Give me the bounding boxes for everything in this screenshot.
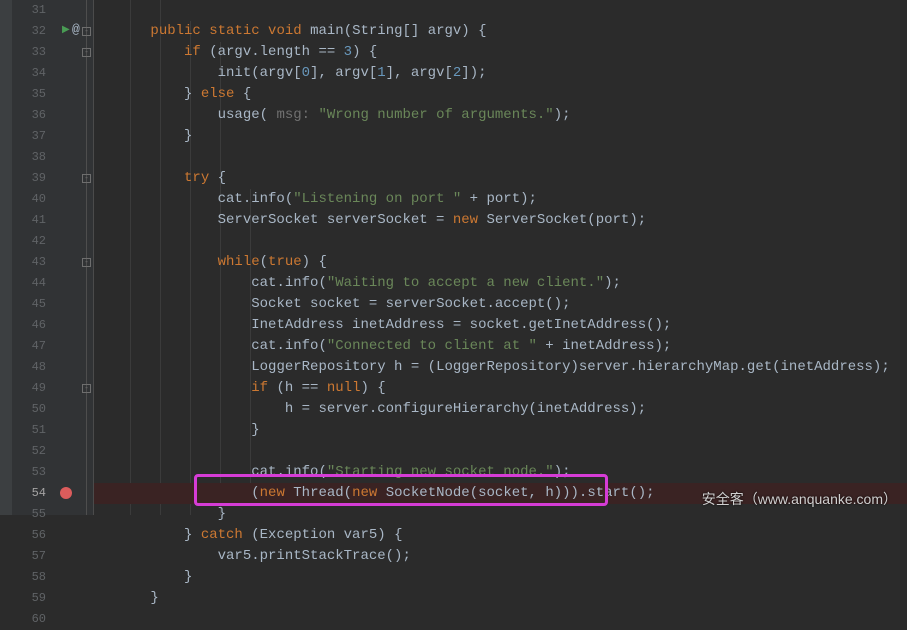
line-number: 41 [12,210,46,231]
code-line[interactable]: InetAddress inetAddress = socket.getInet… [94,315,907,336]
line-number: 54 [12,483,46,504]
line-number: 31 [12,0,46,21]
line-number: 44 [12,273,46,294]
line-number: 47 [12,336,46,357]
line-number: 33 [12,42,46,63]
code-line[interactable]: public static void main(String[] argv) { [94,21,907,42]
code-line[interactable]: h = server.configureHierarchy(inetAddres… [94,399,907,420]
code-line[interactable]: try { [94,168,907,189]
code-line[interactable]: } [94,126,907,147]
line-number: 52 [12,441,46,462]
code-line[interactable]: if (h == null) { [94,378,907,399]
line-number: 43 [12,252,46,273]
line-number: 32 [12,21,46,42]
line-number: 36 [12,105,46,126]
code-area[interactable]: public static void main(String[] argv) {… [94,0,907,515]
code-line[interactable]: } catch (Exception var5) { [94,525,907,546]
code-line[interactable]: cat.info("Waiting to accept a new client… [94,273,907,294]
code-line[interactable]: init(argv[0], argv[1], argv[2]); [94,63,907,84]
code-line[interactable]: Socket socket = serverSocket.accept(); [94,294,907,315]
line-number: 49 [12,378,46,399]
fold-toggle-icon[interactable]: - [82,258,91,267]
line-number: 37 [12,126,46,147]
editor-scrollbar[interactable] [0,0,12,515]
fold-toggle-icon[interactable]: - [82,48,91,57]
line-number: 58 [12,567,46,588]
code-line[interactable]: } else { [94,84,907,105]
line-number: 57 [12,546,46,567]
code-line[interactable]: usage( msg: "Wrong number of arguments."… [94,105,907,126]
line-number: 34 [12,63,46,84]
line-number: 45 [12,294,46,315]
line-number: 39 [12,168,46,189]
code-line[interactable]: } [94,567,907,588]
line-number: 50 [12,399,46,420]
line-number-gutter: 31 32 33 34 35 36 37 38 39 40 41 42 43 4… [12,0,54,515]
fold-toggle-icon[interactable]: - [82,174,91,183]
gutter-marks[interactable]: ▶ @ [54,0,80,515]
code-line[interactable] [94,0,907,21]
code-line[interactable]: } [94,588,907,609]
code-line[interactable]: ServerSocket serverSocket = new ServerSo… [94,210,907,231]
line-number: 60 [12,609,46,630]
code-line[interactable]: } [94,420,907,441]
code-line[interactable] [94,147,907,168]
line-number: 42 [12,231,46,252]
code-line[interactable] [94,231,907,252]
run-gutter-icon[interactable]: ▶ [62,24,70,36]
code-editor[interactable]: 31 32 33 34 35 36 37 38 39 40 41 42 43 4… [0,0,907,515]
code-line[interactable]: while(true) { [94,252,907,273]
breakpoint-icon[interactable] [60,487,72,499]
line-number: 46 [12,315,46,336]
watermark-text: 安全客（www.anquanke.com） [702,489,897,509]
line-number: 56 [12,525,46,546]
inlay-hint: msg: [268,107,318,123]
line-number: 53 [12,462,46,483]
fold-toggle-icon[interactable]: - [82,27,91,36]
line-number: 51 [12,420,46,441]
override-gutter-icon[interactable]: @ [72,22,80,37]
code-line[interactable]: LoggerRepository h = (LoggerRepository)s… [94,357,907,378]
line-number: 38 [12,147,46,168]
code-line[interactable]: if (argv.length == 3) { [94,42,907,63]
fold-toggle-icon[interactable]: - [82,384,91,393]
fold-column[interactable]: - - - - - [80,0,94,515]
code-line[interactable]: cat.info("Connected to client at " + ine… [94,336,907,357]
code-line[interactable]: cat.info("Starting new socket node."); [94,462,907,483]
code-line[interactable] [94,609,907,630]
code-line[interactable]: cat.info("Listening on port " + port); [94,189,907,210]
code-line[interactable]: var5.printStackTrace(); [94,546,907,567]
line-number: 48 [12,357,46,378]
line-number: 40 [12,189,46,210]
code-line[interactable] [94,441,907,462]
line-number: 35 [12,84,46,105]
line-number: 59 [12,588,46,609]
